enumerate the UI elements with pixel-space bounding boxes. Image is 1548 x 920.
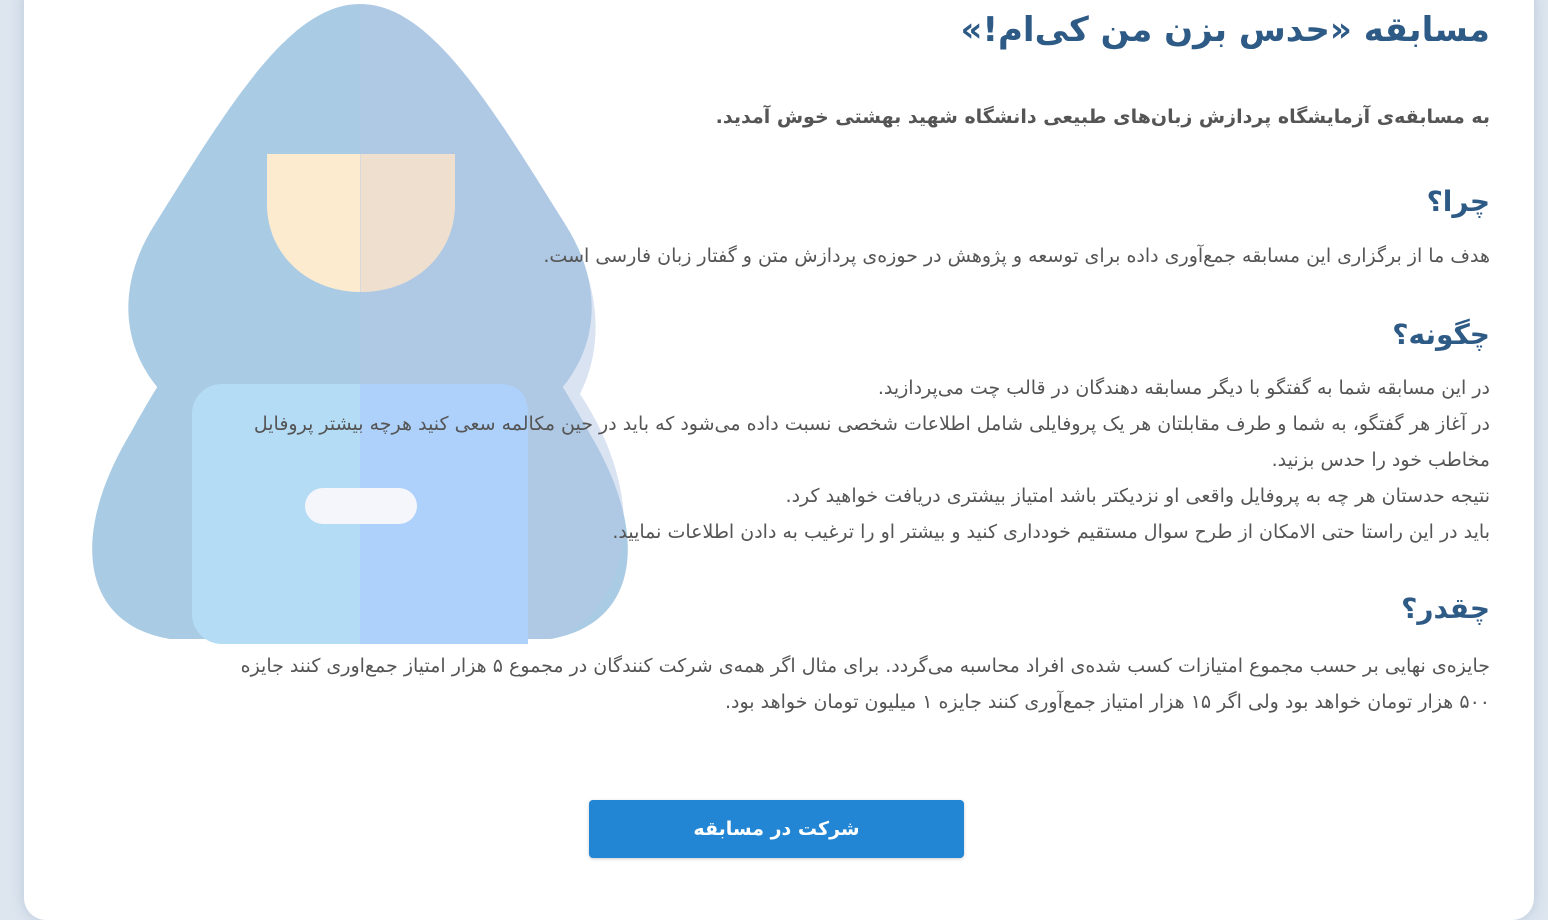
how-line: در این مسابقه شما به گفتگو با دیگر مسابق… [877, 377, 1490, 399]
why-text: هدف ما از برگزاری این مسابقه جمع‌آوری دا… [543, 238, 1490, 274]
howmuch-line: ۵۰۰ هزار تومان خواهد بود ولی اگر ۱۵ هزار… [724, 691, 1490, 713]
intro-text: به مسابقه‌ی آزمایشگاه پردازش زبان‌های طب… [715, 106, 1490, 128]
how-text: در این مسابقه شما به گفتگو با دیگر مسابق… [254, 370, 1490, 550]
how-line: مخاطب خود را حدس بزنید. [1271, 449, 1490, 471]
howmuch-line: جایزه‌ی نهایی بر حسب مجموع امتیازات کسب … [240, 655, 1490, 677]
page-title: مسابقه «حدس بزن من کی‌ام!» [960, 10, 1490, 50]
howmuch-heading: چقدر؟ [1401, 592, 1490, 625]
main-card: مسابقه «حدس بزن من کی‌ام!» به مسابقه‌ی آ… [24, 0, 1534, 920]
why-heading: چرا؟ [1426, 185, 1490, 218]
how-heading: چگونه؟ [1392, 318, 1490, 351]
how-line: در آغاز هر گفتگو، به شما و طرف مقابلتان … [253, 413, 1490, 435]
how-line: باید در این راستا حتی الامکان از طرح سوا… [612, 521, 1490, 543]
why-line: هدف ما از برگزاری این مسابقه جمع‌آوری دا… [543, 245, 1490, 267]
join-contest-button[interactable]: شرکت در مسابقه [589, 800, 964, 858]
howmuch-text: جایزه‌ی نهایی بر حسب مجموع امتیازات کسب … [241, 648, 1490, 720]
how-line: نتیجه حدستان هر چه به پروفایل واقعی او ن… [785, 485, 1490, 507]
